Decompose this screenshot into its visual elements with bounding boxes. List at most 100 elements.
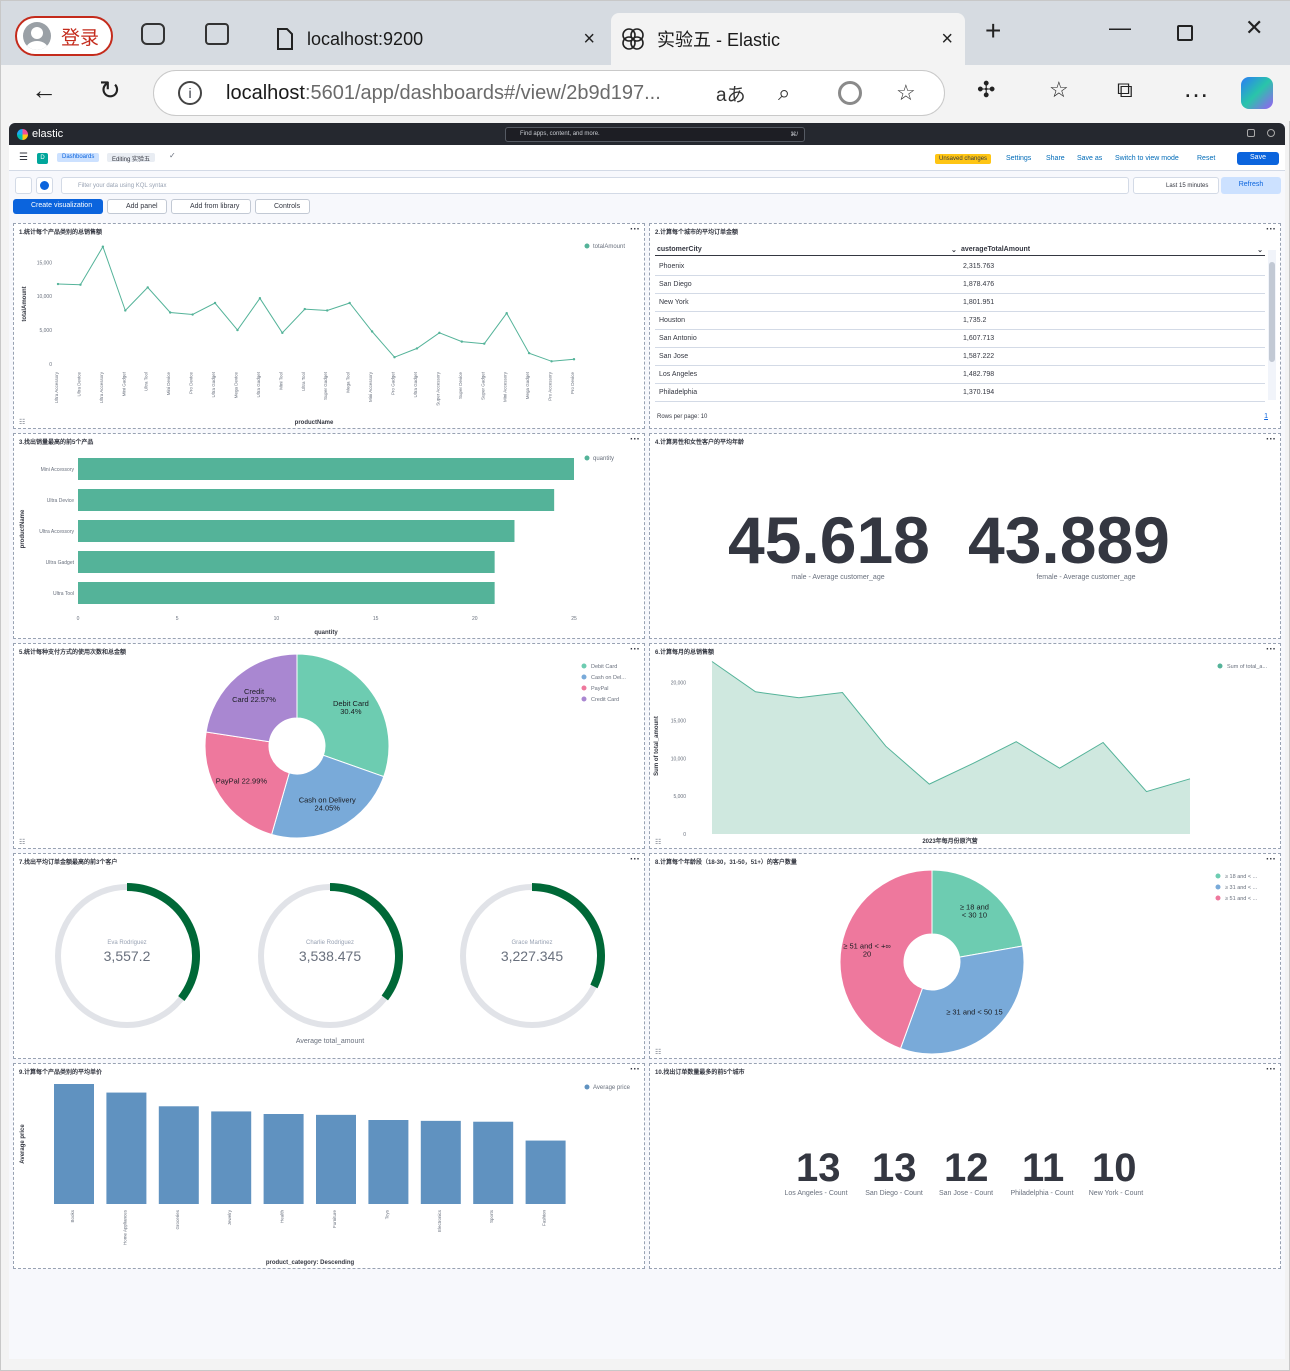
bar: [158, 1106, 199, 1204]
breadcrumb-editing[interactable]: Editing 实验五: [107, 153, 156, 163]
create-visualization-button[interactable]: Create visualization: [13, 199, 103, 214]
panel-line-total-amount[interactable]: 1.统计每个产品类别的总销售额 ··· totalAmount totalAmou…: [13, 223, 645, 429]
bar: [78, 582, 495, 604]
x-tick-label: Super Accessory: [435, 371, 440, 406]
share-link[interactable]: Share: [1046, 155, 1065, 162]
reload-icon[interactable]: ↻: [99, 75, 121, 106]
close-tab-icon[interactable]: ×: [583, 28, 595, 51]
y-axis-title: Average price: [20, 1124, 26, 1164]
x-tick-label: Mini Device: [166, 372, 171, 396]
tab-title: 实验五 - Elastic: [657, 30, 781, 50]
table-scrollbar[interactable]: [1268, 250, 1276, 400]
elastic-logo[interactable]: elastic: [17, 128, 63, 140]
menu-icon[interactable]: ☰: [19, 152, 28, 163]
x-tick-label: 0: [77, 616, 80, 622]
url-field[interactable]: i localhost:5601/app/dashboards#/view/2b…: [153, 70, 945, 116]
profile-login-button[interactable]: 登录: [15, 16, 113, 56]
panel-top-cities-count[interactable]: 10.找出订单数量最多的前5个城市 ··· 13 Los Angeles - C…: [649, 1063, 1281, 1269]
copilot-icon[interactable]: [1241, 77, 1273, 109]
save-as-link[interactable]: Save as: [1077, 155, 1102, 162]
gauge-value: 3,538.475: [299, 948, 361, 964]
user-menu-icon[interactable]: [1267, 129, 1275, 137]
x-axis-title: product_category: Descending: [266, 1260, 355, 1266]
legend-toggle-icon[interactable]: ☷: [655, 1048, 661, 1056]
save-button[interactable]: Save: [1237, 152, 1279, 165]
x-tick-label: Mini Accessory: [503, 371, 508, 402]
help-icon[interactable]: [1247, 129, 1255, 137]
x-tick-label: Home Appliances: [122, 1209, 127, 1245]
column-header-average[interactable]: averageTotalAmount: [961, 246, 1030, 253]
new-tab-button[interactable]: +: [985, 15, 1001, 47]
x-tick-label: Jewelry: [227, 1209, 232, 1225]
kql-query-input[interactable]: Filter your data using KQL syntax: [61, 177, 1129, 194]
legend-toggle-icon[interactable]: ☷: [19, 418, 25, 426]
global-search-input[interactable]: Find apps, content, and more. ⌘/: [505, 127, 805, 142]
bar: [473, 1121, 514, 1204]
filter-menu-icon[interactable]: [15, 177, 32, 194]
x-tick-label: Ultra Tool: [301, 372, 306, 391]
metric-san-diego: 13: [872, 1146, 917, 1190]
kibana-header: elastic Find apps, content, and more. ⌘/: [9, 123, 1285, 145]
add-filter-icon[interactable]: [36, 177, 53, 194]
read-aloud-icon[interactable]: aあ: [716, 80, 746, 107]
extensions-icon[interactable]: ✣: [977, 77, 995, 103]
space-avatar[interactable]: D: [37, 153, 48, 164]
favorite-star-icon[interactable]: ☆: [896, 80, 916, 106]
pagination-page[interactable]: 1: [1264, 413, 1268, 420]
panel-avg-age[interactable]: 4.计算男性和女性客户的平均年龄 ··· 45.618 male - Avera…: [649, 433, 1281, 639]
site-info-icon[interactable]: i: [178, 81, 202, 105]
panel-title: 10.找出订单数量最多的前5个城市: [655, 1070, 745, 1076]
settings-link[interactable]: Settings: [1006, 155, 1031, 162]
edge-icon[interactable]: [838, 81, 862, 105]
tab-title: localhost:9200: [307, 28, 424, 49]
x-tick-label: Furniture: [332, 1210, 337, 1229]
sort-chevron-icon[interactable]: ⌄: [1257, 246, 1263, 254]
x-tick-label: 20: [472, 616, 478, 622]
window-close-icon[interactable]: ✕: [1245, 15, 1263, 41]
panel-age-groups-pie[interactable]: 8.计算每个年龄段（18-30，31-50，51+）的客户数量 ··· ≥ 18…: [649, 853, 1281, 1059]
panel-monthly-area[interactable]: 6.计算每月的总销售额 ··· Sum of total_a... Sum of …: [649, 643, 1281, 849]
panel-avg-price-bars[interactable]: 9.计算每个产品类别的平均单价 ··· Average price Average…: [13, 1063, 645, 1269]
brand-label: elastic: [32, 128, 64, 140]
x-tick-label: Mega Gadget: [525, 371, 530, 399]
rows-per-page[interactable]: Rows per page: 10: [657, 414, 707, 420]
tab-actions-icon[interactable]: [205, 23, 229, 45]
panel-top-customers-gauges[interactable]: 7.找出平均订单金额最高的前3个客户 ··· Eva Rodriguez 3,55…: [13, 853, 645, 1059]
metric-label: Los Angeles - Count: [784, 1190, 848, 1197]
legend-toggle-icon[interactable]: ☷: [655, 838, 661, 846]
panel-top-products[interactable]: 3.找出销量最高的前5个产品 ··· quantity productName qu…: [13, 433, 645, 639]
back-icon[interactable]: ←: [31, 75, 57, 106]
legend-label: Debit Card: [591, 664, 617, 670]
zoom-icon[interactable]: ⌕: [778, 80, 790, 106]
workspaces-icon[interactable]: [141, 23, 165, 45]
breadcrumb-dashboards[interactable]: Dashboards: [57, 153, 100, 162]
add-from-library-button[interactable]: Add from library: [171, 199, 251, 214]
slice-label: PayPal 22.99%: [216, 777, 268, 786]
legend-toggle-icon[interactable]: ☷: [19, 838, 25, 846]
sort-chevron-icon[interactable]: ⌄: [951, 246, 957, 254]
maximize-icon[interactable]: [1177, 25, 1193, 41]
cell-average: 1,801.951: [963, 299, 995, 306]
favorites-icon[interactable]: ☆: [1049, 77, 1069, 103]
panel-options-icon[interactable]: ···: [1266, 224, 1276, 235]
add-panel-button[interactable]: Add panel: [107, 199, 167, 214]
area-fill: [712, 661, 1190, 834]
switch-view-mode-link[interactable]: Switch to view mode: [1115, 155, 1179, 162]
time-picker[interactable]: Last 15 minutes: [1133, 177, 1219, 194]
more-menu-icon[interactable]: …: [1183, 73, 1209, 104]
close-tab-icon[interactable]: ×: [941, 28, 953, 51]
y-tick-label: 0: [49, 362, 52, 368]
panel-city-table[interactable]: 2.计算每个城市的平均订单金额 ··· customerCity ⌄ avera…: [649, 223, 1281, 429]
tab-elastic[interactable]: 实验五 - Elastic ×: [611, 13, 965, 65]
refresh-button[interactable]: Refresh: [1221, 177, 1281, 194]
collections-icon[interactable]: ⧉: [1117, 77, 1133, 103]
table-row: Houston 1,735.2: [655, 312, 1265, 330]
column-header-city[interactable]: customerCity: [657, 246, 702, 253]
panel-options-icon[interactable]: ···: [1266, 434, 1276, 445]
reset-link[interactable]: Reset: [1197, 155, 1215, 162]
panel-options-icon[interactable]: ···: [1266, 1064, 1276, 1075]
panel-payment-pie[interactable]: 5.统计每种支付方式的使用次数和总金额 ··· Debit Card 30.4% C…: [13, 643, 645, 849]
controls-button[interactable]: Controls: [255, 199, 310, 214]
tab-localhost-9200[interactable]: localhost:9200 ×: [259, 13, 607, 65]
minimize-icon[interactable]: —: [1109, 15, 1131, 41]
